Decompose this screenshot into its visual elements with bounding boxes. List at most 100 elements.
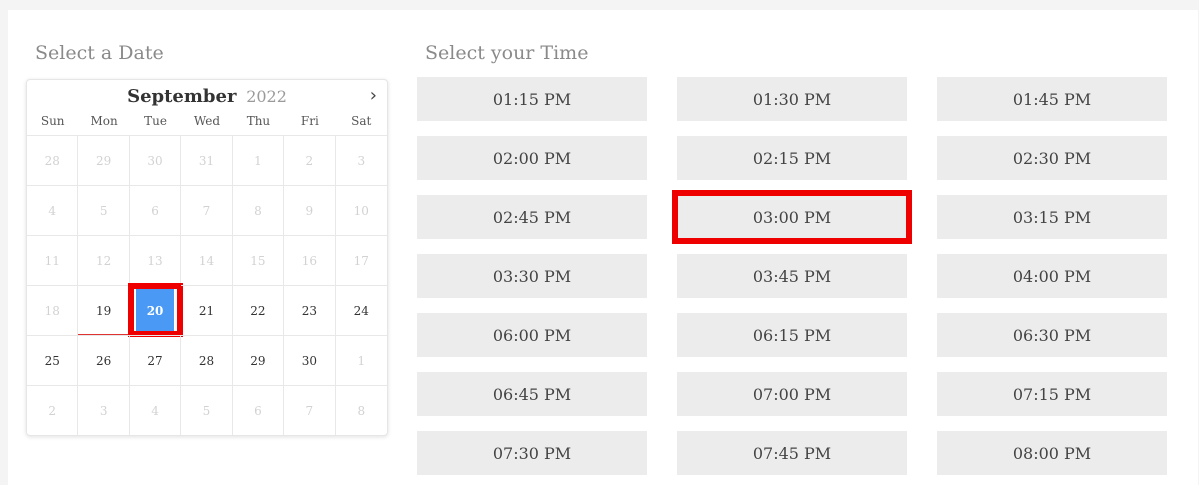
calendar-day-label: 29 [250, 353, 266, 368]
calendar-day-label: 30 [301, 353, 317, 368]
time-slot-button[interactable]: 03:30 PM [417, 254, 647, 298]
calendar-day-label: 17 [353, 253, 369, 268]
time-slot-button[interactable]: 02:45 PM [417, 195, 647, 239]
calendar-day: 18 [27, 285, 79, 335]
calendar-month: September [127, 86, 237, 107]
time-slot-label: 07:30 PM [492, 443, 572, 463]
time-slot-button[interactable]: 06:45 PM [417, 372, 647, 416]
calendar-day: 31 [181, 135, 233, 185]
calendar-day[interactable]: 19 [78, 285, 130, 335]
calendar-day-label: 11 [44, 253, 60, 268]
time-slot-label: 03:45 PM [752, 266, 832, 286]
time-slot-button[interactable]: 04:00 PM [937, 254, 1167, 298]
calendar-day: 6 [129, 185, 182, 235]
calendar-day-label: 19 [95, 303, 112, 318]
calendar-day-label: 30 [147, 153, 163, 168]
time-slot-button[interactable]: 03:15 PM [937, 195, 1167, 239]
calendar-day[interactable]: 28 [181, 335, 233, 385]
time-slot-button[interactable]: 08:00 PM [937, 431, 1167, 475]
time-slot-button[interactable]: 03:45 PM [677, 254, 907, 298]
calendar-day-label: 15 [250, 253, 266, 268]
weekday-label: Sat [351, 114, 372, 128]
calendar-day: 17 [335, 235, 387, 285]
date-section-heading: Select a Date [35, 42, 164, 64]
time-slot-button[interactable]: 06:15 PM [677, 313, 907, 357]
calendar-day-label: 12 [95, 253, 112, 268]
time-slot-button-highlighted[interactable]: 03:00 PM [672, 190, 912, 244]
calendar-day[interactable]: 29 [232, 335, 285, 385]
calendar-day-label: 8 [254, 203, 262, 218]
calendar-day: 7 [284, 385, 336, 435]
calendar-day: 3 [78, 385, 130, 435]
calendar-day: 30 [129, 135, 182, 185]
time-slot-label: 07:15 PM [1012, 384, 1092, 404]
calendar-day-label: 26 [95, 353, 112, 368]
calendar-day: 4 [27, 185, 79, 235]
time-slot-button[interactable]: 07:30 PM [417, 431, 647, 475]
time-slot-label: 06:45 PM [492, 384, 572, 404]
calendar-day-label: 9 [305, 203, 314, 218]
time-slot-button[interactable]: 07:00 PM [677, 372, 907, 416]
time-slot-button[interactable]: 01:45 PM [937, 77, 1167, 121]
calendar-day: 5 [181, 385, 233, 435]
calendar-day[interactable]: 27 [129, 335, 182, 385]
weekday-label: Thu [246, 114, 271, 128]
time-slot-button[interactable]: 02:15 PM [677, 136, 907, 180]
date-picker-calendar: September 2022 › Sun Mon Tue Wed Thu Fri Sat 2… [26, 79, 388, 436]
calendar-day: 1 [232, 135, 285, 185]
time-slot-button[interactable]: 07:15 PM [937, 372, 1167, 416]
calendar-day: 4 [129, 385, 182, 435]
calendar-day-label: 16 [301, 253, 317, 268]
calendar-day[interactable]: 21 [181, 285, 233, 335]
time-slot-label: 02:15 PM [752, 148, 832, 168]
calendar-day-label: 22 [250, 303, 266, 318]
calendar-day: 9 [284, 185, 336, 235]
time-slot-button[interactable]: 01:30 PM [677, 77, 907, 121]
calendar-day-label: 2 [305, 153, 314, 168]
calendar-day-grid: 28 29 30 31 1 2 3 4 5 6 7 8 9 10 11 12 13 14 15 16 17 18 19 20 2… [27, 135, 387, 435]
calendar-day-label: 24 [353, 303, 369, 318]
calendar-day[interactable]: 30 [284, 335, 336, 385]
time-slot-button[interactable]: 02:30 PM [937, 136, 1167, 180]
calendar-day: 7 [181, 185, 233, 235]
calendar-day-label: 8 [357, 403, 366, 418]
calendar-day-label: 4 [48, 203, 57, 218]
calendar-day-label: 20 [135, 286, 175, 335]
calendar-day[interactable]: 26 [78, 335, 130, 385]
calendar-day: 16 [284, 235, 336, 285]
calendar-day-label: 5 [202, 403, 211, 418]
time-slot-button[interactable]: 07:45 PM [677, 431, 907, 475]
calendar-day-label: 10 [353, 203, 369, 218]
time-slot-label: 06:00 PM [492, 325, 572, 345]
time-slot-label: 02:45 PM [492, 207, 572, 227]
calendar-day-label: 28 [44, 153, 60, 168]
calendar-day: 12 [78, 235, 130, 285]
time-slot-button[interactable]: 06:00 PM [417, 313, 647, 357]
calendar-day-label: 7 [305, 403, 314, 418]
calendar-day: 2 [27, 385, 79, 435]
calendar-day-label: 4 [151, 403, 159, 418]
calendar-day-label: 21 [198, 303, 215, 318]
calendar-day: 6 [232, 385, 285, 435]
time-slot-button[interactable]: 01:15 PM [417, 77, 647, 121]
calendar-day-label: 3 [357, 153, 366, 168]
calendar-day[interactable]: 24 [335, 285, 387, 335]
chevron-right-icon[interactable]: › [370, 85, 377, 106]
calendar-day[interactable]: 23 [284, 285, 336, 335]
calendar-day: 8 [335, 385, 387, 435]
time-slot-button[interactable]: 06:30 PM [937, 313, 1167, 357]
time-slot-button[interactable]: 02:00 PM [417, 136, 647, 180]
calendar-day[interactable]: 25 [27, 335, 79, 385]
time-slot-label: 08:00 PM [1012, 443, 1092, 463]
calendar-day-label: 2 [48, 403, 57, 418]
calendar-day-label: 31 [198, 153, 215, 168]
time-slot-label: 07:00 PM [752, 384, 832, 404]
calendar-day[interactable]: 22 [232, 285, 285, 335]
calendar-day-label: 1 [254, 153, 262, 168]
calendar-day: 8 [232, 185, 285, 235]
calendar-day-selected[interactable]: 20 [127, 283, 184, 337]
calendar-day: 13 [129, 235, 182, 285]
time-slot-grid: 01:15 PM 01:30 PM 01:45 PM 02:00 PM 02:15 PM… [417, 77, 1167, 475]
time-slot-label: 03:00 PM [752, 207, 832, 227]
calendar-day-label: 23 [301, 303, 317, 318]
